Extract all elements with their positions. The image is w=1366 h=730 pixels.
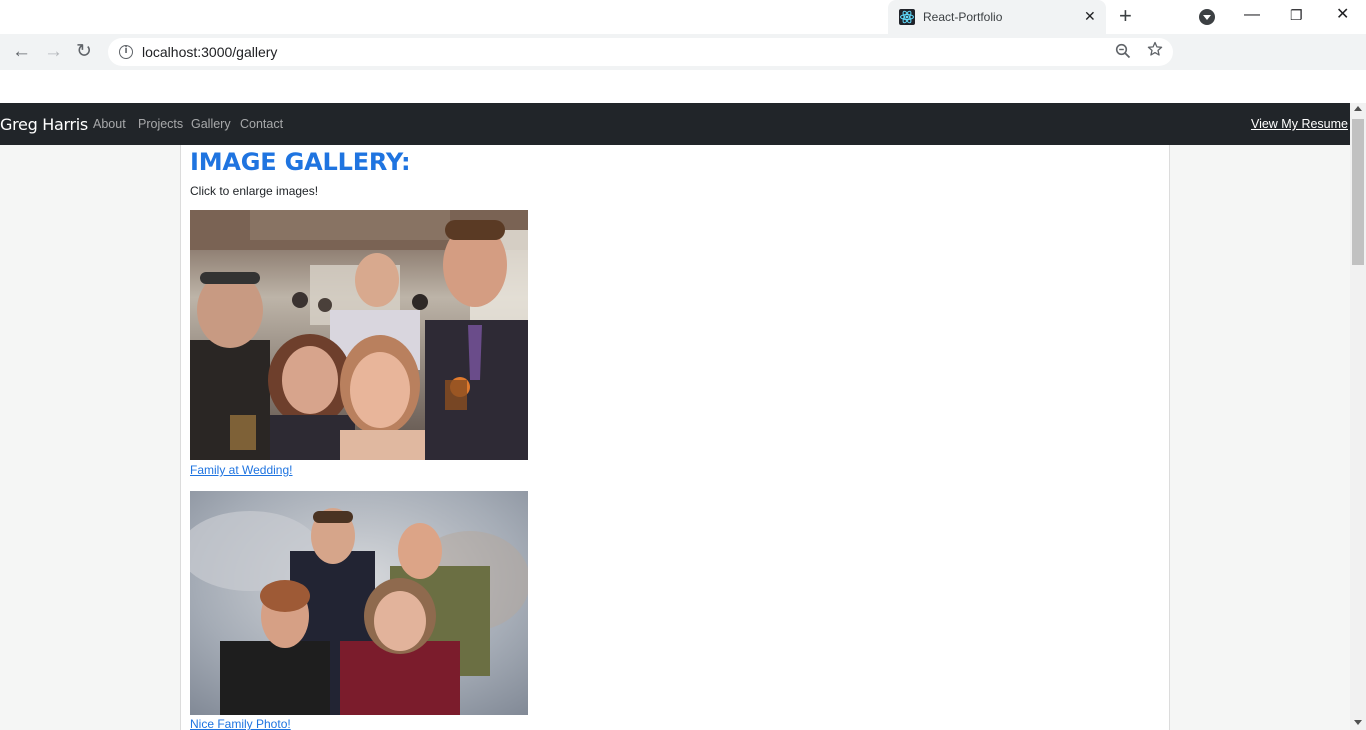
resume-link[interactable]: View My Resume: [1251, 117, 1348, 131]
gallery-instructions: Click to enlarge images!: [190, 184, 319, 198]
minimize-button[interactable]: —: [1244, 4, 1260, 26]
gallery-image-family[interactable]: [190, 491, 528, 715]
gallery-caption-1[interactable]: Family at Wedding!: [190, 463, 293, 477]
reload-button[interactable]: ↻: [76, 41, 92, 63]
browser-toolbar: ← → ↻ i localhost:3000/gallery: [0, 34, 1366, 70]
tab-title: React-Portfolio: [923, 10, 1003, 24]
scroll-up-icon[interactable]: [1354, 106, 1362, 111]
address-bar[interactable]: i localhost:3000/gallery: [108, 38, 1173, 66]
tab-strip: React-Portfolio ✕ + — ❐ ✕: [0, 0, 1366, 34]
nav-link-projects[interactable]: Projects: [138, 117, 183, 131]
gallery-container: IMAGE GALLERY: Click to enlarge images!: [180, 145, 1170, 730]
nav-link-gallery[interactable]: Gallery: [191, 117, 231, 131]
tab-search-icon[interactable]: [1199, 9, 1215, 25]
nav-link-about[interactable]: About: [93, 117, 126, 131]
page-scrollbar[interactable]: [1350, 103, 1366, 730]
nav-link-contact[interactable]: Contact: [240, 117, 283, 131]
new-tab-button[interactable]: +: [1119, 4, 1132, 28]
browser-tab[interactable]: React-Portfolio ✕: [888, 0, 1106, 34]
star-icon[interactable]: [1147, 41, 1163, 62]
tab-close-icon[interactable]: ✕: [1084, 8, 1096, 24]
url-text[interactable]: localhost:3000/gallery: [142, 44, 277, 60]
zoom-icon[interactable]: [1115, 43, 1131, 63]
back-button[interactable]: ←: [12, 41, 31, 63]
navbar-brand[interactable]: Greg Harris: [0, 115, 88, 134]
scroll-down-icon[interactable]: [1354, 720, 1362, 725]
react-favicon-icon: [899, 9, 915, 25]
close-window-button[interactable]: ✕: [1336, 4, 1349, 26]
page-viewport: Greg Harris About Projects Gallery Conta…: [0, 103, 1350, 730]
toolbar-gap: [0, 70, 1366, 103]
scroll-thumb[interactable]: [1352, 119, 1364, 265]
maximize-button[interactable]: ❐: [1290, 4, 1303, 26]
site-navbar: Greg Harris About Projects Gallery Conta…: [0, 103, 1350, 145]
page-title: IMAGE GALLERY:: [190, 148, 411, 176]
gallery-image-wedding[interactable]: [190, 210, 528, 460]
gallery-caption-2[interactable]: Nice Family Photo!: [190, 717, 291, 730]
info-icon[interactable]: i: [119, 45, 133, 59]
forward-button[interactable]: →: [44, 41, 63, 63]
